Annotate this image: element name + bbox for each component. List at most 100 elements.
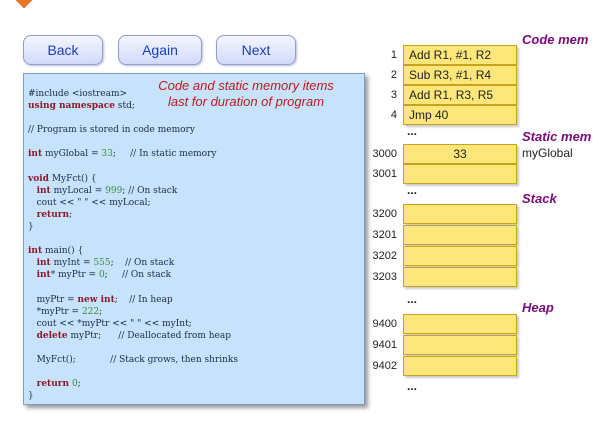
code-text: * myPtr = (50, 270, 99, 281)
static-mem-cell-myglobal: 33 (403, 144, 517, 164)
back-button[interactable]: Back (23, 35, 103, 65)
code-mem-title: Code mem (522, 32, 589, 47)
stack-addr: 3200 (372, 208, 397, 220)
code-mem-cell: Add R1, R3, R5 (403, 85, 517, 105)
code-line: int myInt = 555; // On stack (28, 257, 238, 269)
code-line: cout << " " << myLocal; (28, 197, 238, 209)
stack-addr: 3202 (372, 250, 397, 262)
code-mem-cell: Jmp 40 (403, 105, 517, 125)
code-number: 999 (105, 185, 123, 196)
code-keyword: return (36, 209, 70, 220)
code-text: } (28, 391, 34, 402)
stack-cell (403, 225, 517, 245)
code-keyword: new int (77, 294, 115, 305)
code-number: 33 (101, 149, 113, 160)
next-button[interactable]: Next (216, 35, 296, 65)
code-line: int* myPtr = 0; // On stack (28, 269, 238, 281)
code-line: return 0; (28, 378, 238, 390)
stack-cell (403, 204, 517, 224)
stack-cell (403, 267, 517, 287)
code-keyword: return (36, 379, 70, 390)
code-text: cout << *myPtr << " " << myInt; (28, 318, 192, 329)
code-mem-cell: Sub R3, #1, R4 (403, 65, 517, 85)
code-text: // Program is stored in code memory (28, 125, 195, 136)
code-line: return; (28, 209, 238, 221)
code-text: MyFct() { (48, 173, 97, 184)
again-button[interactable]: Again (118, 35, 202, 65)
code-mem-addr: 3 (390, 89, 397, 101)
heap-ellipsis: ... (407, 379, 418, 393)
code-mem-addr: 2 (390, 69, 397, 81)
code-keyword: int (28, 149, 43, 160)
heap-addr: 9401 (372, 339, 397, 351)
code-text: myGlobal = (42, 149, 102, 160)
code-line: using namespace std; (28, 100, 238, 112)
stack-cell (403, 246, 517, 266)
static-mem-addr: 3001 (372, 168, 397, 180)
code-line: MyFct(); // Stack grows, then shrinks (28, 354, 238, 366)
static-mem-cell (403, 164, 517, 184)
code-line: int main() { (28, 245, 238, 257)
code-text: ; (77, 379, 81, 390)
code-text: #include <iostream> (28, 89, 128, 99)
code-text: ; // In static memory (112, 149, 217, 160)
code-text: myLocal = (50, 185, 106, 196)
code-text: myPtr = (28, 294, 78, 305)
code-keyword: void (28, 173, 49, 184)
code-text: std; (115, 101, 135, 112)
static-mem-title: Static mem (522, 129, 592, 144)
heap-addr: 9400 (372, 318, 397, 330)
code-text: myPtr; // Deallocated from heap (67, 330, 231, 341)
code-text: main() { (42, 246, 84, 257)
code-text: *myPtr = (28, 306, 82, 317)
code-number: 555 (93, 258, 111, 269)
code-line: myPtr = new int; // In heap (28, 294, 238, 306)
static-mem-ellipsis: ... (407, 183, 418, 197)
code-mem-addr: 1 (390, 49, 397, 61)
code-keyword: using namespace (28, 101, 116, 112)
heap-cell (403, 335, 517, 355)
code-line: // Program is stored in code memory (28, 124, 238, 136)
code-mem-cell: Add R1, #1, R2 (403, 45, 517, 65)
code-line: } (28, 390, 238, 402)
code-text: ; // In heap (114, 294, 173, 305)
code-text: ; // On stack (110, 258, 175, 269)
code-text: ; (69, 209, 73, 220)
heap-cell (403, 356, 517, 376)
code-text: ; (99, 306, 103, 317)
code-keyword: int (36, 185, 51, 196)
code-mem-addr: 4 (390, 109, 397, 121)
code-line: delete myPtr; // Deallocated from heap (28, 330, 238, 342)
code-line: void MyFct() { (28, 173, 238, 185)
heap-title: Heap (522, 300, 554, 315)
heap-addr: 9402 (372, 360, 397, 372)
code-keyword: delete (36, 330, 68, 341)
code-line: cout << *myPtr << " " << myInt; (28, 318, 238, 330)
code-mem-ellipsis: ... (407, 124, 418, 138)
code-text: myInt = (50, 258, 94, 269)
code-keyword: int (36, 270, 51, 281)
heap-cell (403, 314, 517, 334)
code-line: } (28, 221, 238, 233)
code-text: cout << " " << myLocal; (28, 197, 151, 208)
stack-title: Stack (522, 191, 557, 206)
stack-ellipsis: ... (407, 292, 418, 306)
stack-addr: 3203 (372, 271, 397, 283)
code-panel: Code and static memory items last for du… (23, 73, 365, 405)
code-keyword: int (28, 246, 43, 257)
code-number: 222 (81, 306, 100, 317)
code-line: #include <iostream> (28, 88, 238, 100)
